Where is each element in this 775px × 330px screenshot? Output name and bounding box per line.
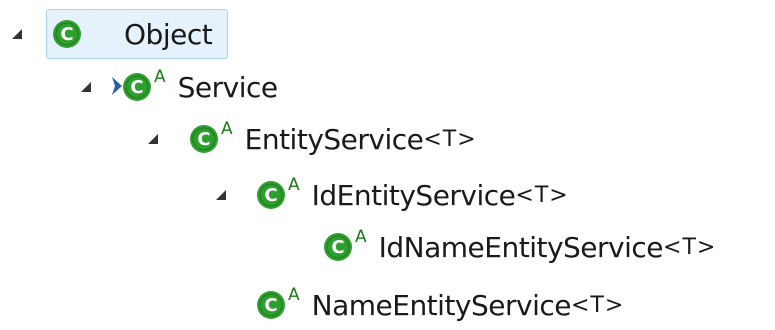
svg-text:C: C <box>264 185 277 206</box>
tree-node-idnameentityservice[interactable]: C A IdNameEntityService <T> <box>323 222 716 272</box>
class-icon: C <box>112 72 152 102</box>
svg-text:C: C <box>130 77 143 98</box>
class-icon: C <box>52 19 82 49</box>
class-icon: C <box>256 180 286 210</box>
type-parameter: <T> <box>515 182 569 208</box>
abstract-marker: A <box>288 174 300 195</box>
expanded-triangle-icon[interactable] <box>144 114 162 164</box>
override-arrow-icon <box>110 75 124 97</box>
svg-text:C: C <box>264 295 277 316</box>
expanded-triangle-icon[interactable] <box>77 62 95 112</box>
class-icon: C <box>323 232 353 262</box>
abstract-marker: A <box>288 284 300 305</box>
svg-text:C: C <box>331 237 344 258</box>
tree-node-service[interactable]: C A Service <box>112 62 278 112</box>
expanded-triangle-icon[interactable] <box>212 170 230 220</box>
tree-node-nameentityservice[interactable]: C A NameEntityService <T> <box>256 280 624 330</box>
svg-text:C: C <box>60 24 73 45</box>
tree-node-entityservice[interactable]: C A EntityService <T> <box>189 114 477 164</box>
tree-node-identityservice[interactable]: C A IdEntityService <T> <box>256 170 569 220</box>
abstract-marker: A <box>355 226 367 247</box>
type-parameter: <T> <box>570 292 625 318</box>
svg-text:C: C <box>197 129 210 150</box>
tree-node-label: IdNameEntityService <box>378 230 664 264</box>
type-parameter: <T> <box>663 234 717 260</box>
abstract-marker: A <box>154 66 166 87</box>
tree-node-label: Service <box>177 70 278 104</box>
class-icon: C <box>256 290 286 320</box>
tree-node-label: Object <box>124 17 213 51</box>
abstract-marker: A <box>221 118 233 139</box>
tree-node-object[interactable]: C Object <box>52 9 213 59</box>
tree-node-label: EntityService <box>244 122 424 156</box>
tree-node-label: NameEntityService <box>311 288 572 322</box>
tree-node-label: IdEntityService <box>311 178 516 212</box>
type-parameter: <T> <box>423 126 477 152</box>
type-hierarchy-tree: C Object C A Service C A EntityService <… <box>0 0 775 324</box>
class-icon: C <box>189 124 219 154</box>
expanded-triangle-icon[interactable] <box>8 9 26 59</box>
